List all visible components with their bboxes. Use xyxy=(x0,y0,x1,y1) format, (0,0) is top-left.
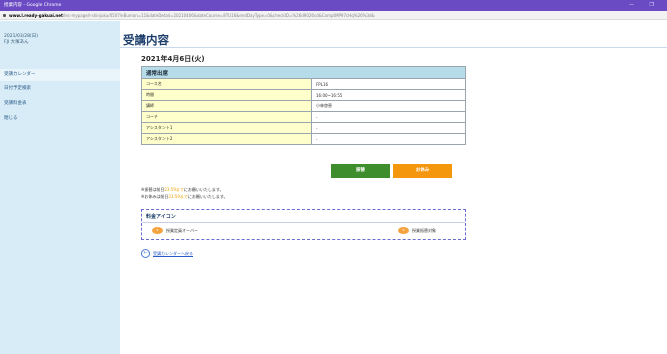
row-key: コーチ xyxy=(141,111,312,123)
back-arrow-icon[interactable]: ← xyxy=(141,249,150,258)
note-text: ※振替は前日 xyxy=(141,187,165,192)
absence-button[interactable]: お休み xyxy=(393,164,452,178)
transfer-button[interactable]: 振替 xyxy=(331,164,390,178)
address-bar[interactable]: www.l.ready-gakuai.net/lec-mypage/l-shin… xyxy=(0,11,667,20)
sidebar-item-close[interactable]: 閉じる xyxy=(0,113,120,125)
fee-label-transfer-eligible: 授業振替対象 xyxy=(412,228,436,233)
lock-icon xyxy=(3,14,6,17)
table-row: アシスタント2 - xyxy=(141,133,466,145)
row-value: - xyxy=(311,122,466,134)
note-highlight: 23:59まで xyxy=(164,187,184,192)
row-key: 時間 xyxy=(141,89,312,101)
note-text: にお願いいたします。 xyxy=(183,187,224,192)
title-divider xyxy=(120,47,667,48)
yen-icon: ¥ xyxy=(152,227,163,234)
fee-legend-title: 料金アイコン xyxy=(146,214,176,220)
note-text: にお願いいたします。 xyxy=(187,194,228,199)
sidebar: 2021/03/28(日) FJI 大塚あん 受講カレンダー 日付予定検索 受講… xyxy=(0,21,120,354)
note-text: ※お休みは前日 xyxy=(141,194,169,199)
row-key: 講師 xyxy=(141,100,312,112)
absence-deadline-note: ※お休みは前日23:59までにお願いいたします。 xyxy=(141,194,228,200)
sidebar-user: FJI 大塚あん xyxy=(4,40,29,45)
table-row: アシスタント1 - xyxy=(141,122,466,134)
row-value: - xyxy=(311,133,466,145)
table-header-row: 通常出席 xyxy=(141,66,466,79)
sidebar-item-date-search[interactable]: 日付予定検索 xyxy=(0,83,120,95)
row-key: アシスタント2 xyxy=(141,133,312,145)
note-highlight: 23:59まで xyxy=(168,194,188,199)
window-titlebar: 授業内容 - Google Chrome — ❐ xyxy=(0,0,667,11)
table-row: コーチ - xyxy=(141,111,466,123)
sidebar-item-fee-table[interactable]: 受講料金表 xyxy=(0,98,120,110)
fee-legend-divider xyxy=(142,222,465,223)
row-value: - xyxy=(311,111,466,123)
table-row: 時間 16:00~16:55 xyxy=(141,89,466,101)
row-value: 16:00~16:55 xyxy=(311,89,466,101)
lesson-date: 2021年4月6日(火) xyxy=(141,55,205,63)
sidebar-item-calendar[interactable]: 受講カレンダー xyxy=(0,69,120,81)
row-key: アシスタント1 xyxy=(141,122,312,134)
row-value: 小林啓恵 xyxy=(311,100,466,112)
address-host: www.l.ready-gakuai.net xyxy=(9,13,63,18)
transfer-deadline-note: ※振替は前日23:59までにお願いいたします。 xyxy=(141,187,224,193)
row-value: FPL16 xyxy=(311,78,466,90)
fee-icon-legend: 料金アイコン ¥ 授業定員オーバー ¥ 授業振替対象 xyxy=(141,209,466,240)
attendance-type: 通常出席 xyxy=(141,66,466,79)
lesson-detail-table: 通常出席 コース名 FPL16 時間 16:00~16:55 講師 小林啓恵 コ… xyxy=(141,66,466,145)
row-key: コース名 xyxy=(141,78,312,90)
address-path: /lec-mypage/l-shinjuku/0507/eBumon=11&da… xyxy=(62,13,375,18)
page-title: 受講内容 xyxy=(123,33,169,47)
back-to-calendar-link[interactable]: 受講カレンダーへ戻る xyxy=(153,251,193,257)
yen-icon: ¥ xyxy=(398,227,409,234)
window-title: 授業内容 - Google Chrome xyxy=(4,3,62,8)
table-row: 講師 小林啓恵 xyxy=(141,100,466,112)
table-row: コース名 FPL16 xyxy=(141,78,466,90)
fee-label-over-capacity: 授業定員オーバー xyxy=(166,228,198,233)
window-controls[interactable]: — ❐ xyxy=(629,0,661,11)
